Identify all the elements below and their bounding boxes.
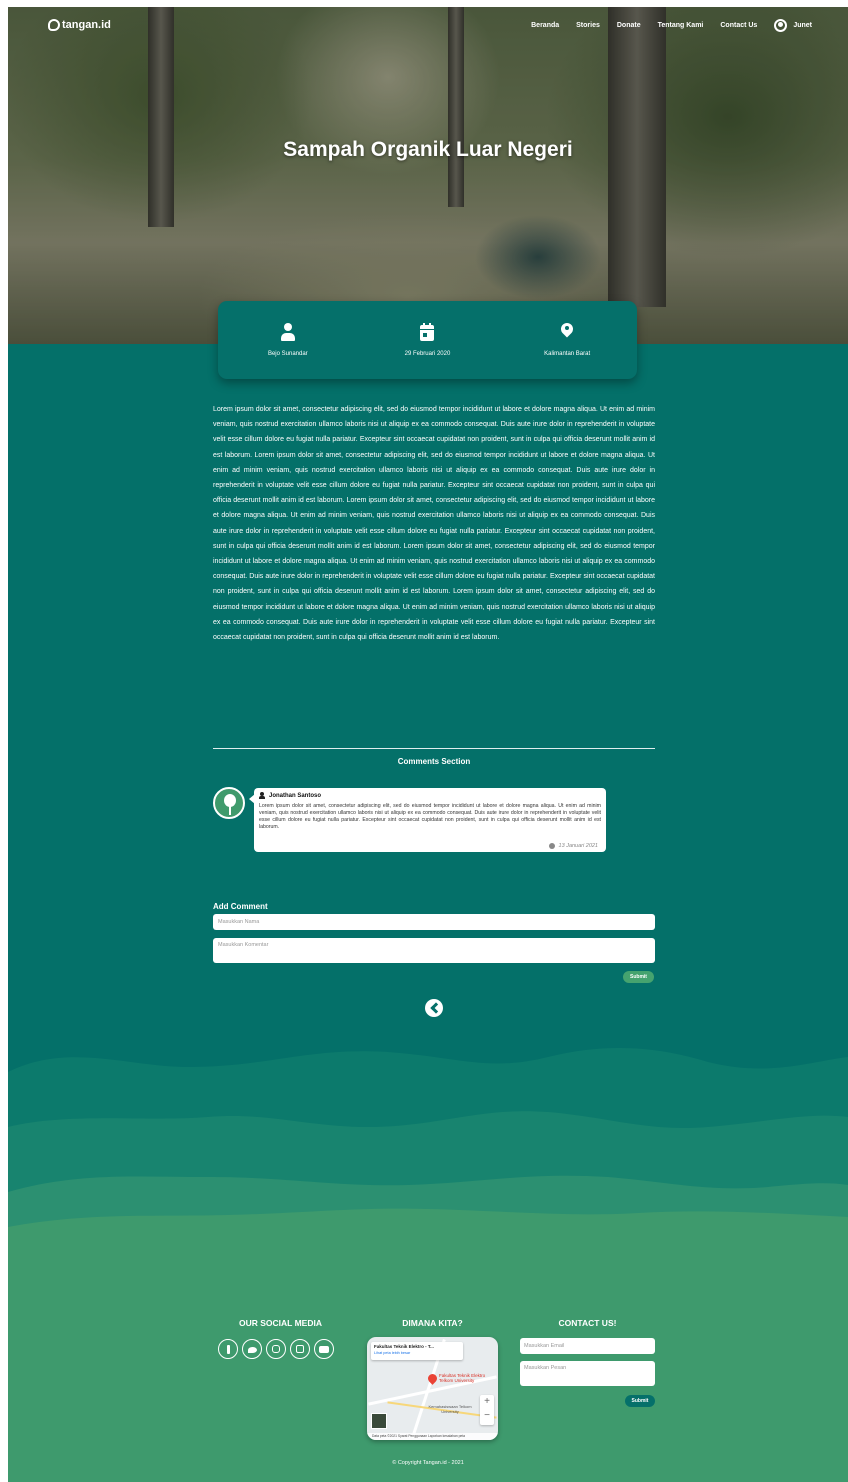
map-place-card: Fakultas Teknik Elektro - T... Lihat pet… xyxy=(371,1342,463,1360)
comments-divider xyxy=(213,748,655,749)
map-place-name: Fakultas Teknik Elektro - T... xyxy=(374,1344,434,1349)
article-body: Lorem ipsum dolor sit amet, consectetur … xyxy=(213,406,655,642)
nav-user-menu[interactable]: Junet xyxy=(774,19,812,32)
nav-user-name: Junet xyxy=(793,22,812,29)
map-secondary-label: Kemahasiswaan Telkom University xyxy=(428,1404,472,1414)
map-pin-label: Fakultas Teknik Elektro Telkom Universit… xyxy=(439,1373,486,1383)
story-info-card: Bejo Sunandar 29 Februari 2020 Kalimanta… xyxy=(218,301,637,379)
info-location: Kalimantan Barat xyxy=(507,320,627,357)
commenter-avatar xyxy=(213,787,245,819)
comment-text-input[interactable] xyxy=(213,938,655,963)
map-satellite-toggle[interactable] xyxy=(371,1413,387,1429)
nav-links: Beranda Stories Donate Tentang Kami Cont… xyxy=(531,19,812,32)
clock-icon xyxy=(548,843,555,849)
site-logo[interactable]: tangan.id xyxy=(48,19,111,31)
calendar-icon xyxy=(419,323,435,343)
comment-submit-button[interactable]: Submit xyxy=(623,971,654,983)
comment-date: 13 Januari 2021 xyxy=(548,843,598,849)
user-icon xyxy=(259,792,265,799)
info-author: Bejo Sunandar xyxy=(228,323,348,357)
comment-author-name: Jonathan Santoso xyxy=(269,792,322,799)
navbar: tangan.id Beranda Stories Donate Tentang… xyxy=(8,7,848,45)
youtube-icon[interactable] xyxy=(314,1339,334,1359)
logo-icon xyxy=(48,19,60,31)
map-title: DIMANA KITA? xyxy=(402,1318,463,1328)
social-media-title: OUR SOCIAL MEDIA xyxy=(239,1318,322,1328)
hero-overlay xyxy=(8,7,848,344)
comment-date-text: 13 Januari 2021 xyxy=(558,843,598,849)
contact-submit-button[interactable]: Submit xyxy=(625,1395,655,1407)
line-icon[interactable] xyxy=(290,1339,310,1359)
nav-link-tentang-kami[interactable]: Tentang Kami xyxy=(658,22,704,29)
page-title: Sampah Organik Luar Negeri xyxy=(283,138,573,161)
map-view-larger-link[interactable]: Lihat peta lebih besar xyxy=(374,1351,460,1355)
nav-link-stories[interactable]: Stories xyxy=(576,22,600,29)
map-zoom-controls[interactable]: + − xyxy=(480,1395,494,1425)
add-comment-title: Add Comment xyxy=(213,902,268,911)
hero-banner: tangan.id Beranda Stories Donate Tentang… xyxy=(8,7,848,344)
comment-author: Jonathan Santoso xyxy=(259,792,601,799)
nav-link-contact-us[interactable]: Contact Us xyxy=(720,22,757,29)
copyright-text: © Copyright Tangan.id - 2021 xyxy=(392,1460,464,1466)
page: tangan.id Beranda Stories Donate Tentang… xyxy=(8,7,848,1482)
comment-card: Jonathan Santoso Lorem ipsum dolor sit a… xyxy=(249,788,606,852)
location-name: Kalimantan Barat xyxy=(544,351,591,357)
location-map[interactable]: Fakultas Teknik Elektro - T... Lihat pet… xyxy=(367,1337,498,1440)
info-date: 29 Februari 2020 xyxy=(367,323,487,357)
instagram-icon[interactable] xyxy=(266,1339,286,1359)
twitter-icon[interactable] xyxy=(242,1339,262,1359)
user-avatar-icon xyxy=(774,19,788,32)
publish-date: 29 Februari 2020 xyxy=(404,351,451,357)
comment-text: Lorem ipsum dolor sit amet, consectetur … xyxy=(259,803,601,830)
comments-section-title: Comments Section xyxy=(397,757,471,766)
social-links xyxy=(218,1339,334,1359)
location-pin-icon xyxy=(558,320,576,343)
comment-name-input[interactable] xyxy=(213,914,655,930)
contact-message-input[interactable] xyxy=(520,1361,655,1386)
contact-email-input[interactable] xyxy=(520,1338,655,1354)
back-arrow-icon[interactable] xyxy=(425,999,443,1017)
logo-text: tangan.id xyxy=(62,19,111,31)
author-name: Bejo Sunandar xyxy=(267,351,308,357)
user-icon xyxy=(280,323,296,343)
facebook-icon[interactable] xyxy=(218,1339,238,1359)
nav-link-donate[interactable]: Donate xyxy=(617,22,641,29)
map-attribution: Data peta ©2021 Syarat Penggunaan Lapork… xyxy=(367,1433,498,1440)
nav-link-beranda[interactable]: Beranda xyxy=(531,22,559,29)
contact-title: CONTACT US! xyxy=(558,1318,617,1328)
